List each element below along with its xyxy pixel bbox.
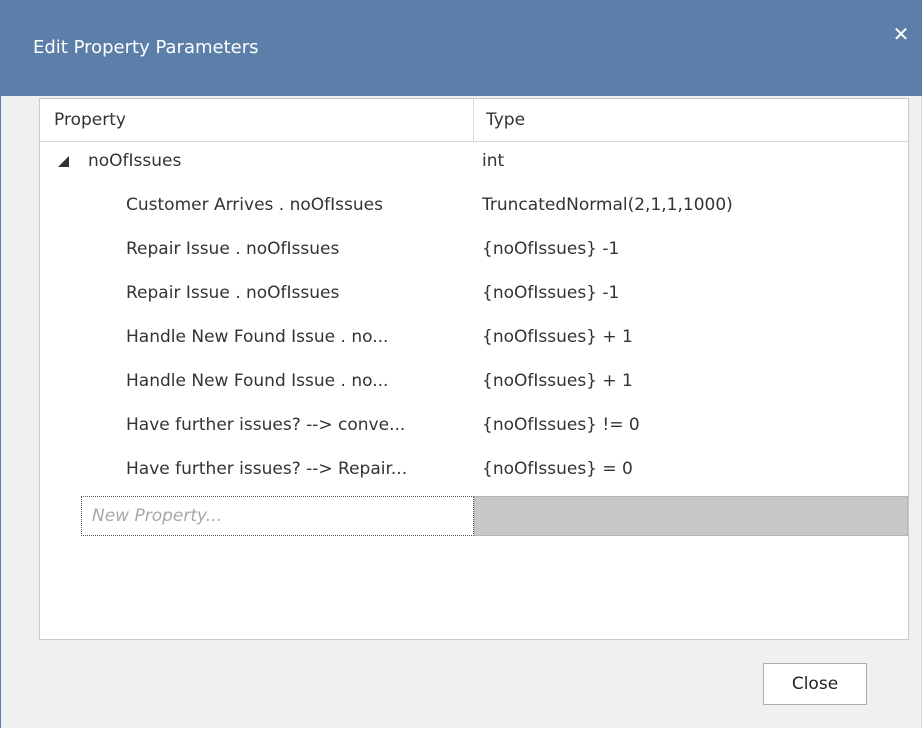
row-property: Have further issues? --> conve... <box>126 415 406 435</box>
column-header-property[interactable]: Property <box>40 99 474 141</box>
property-grid: Property Type noOfIssues int Customer Ar… <box>39 98 909 640</box>
close-button[interactable]: Close <box>763 663 867 705</box>
table-row[interactable]: Repair Issue . noOfIssues {noOfIssues} -… <box>40 276 908 310</box>
table-row[interactable]: Repair Issue . noOfIssues {noOfIssues} -… <box>40 232 908 266</box>
title-bar[interactable]: Edit Property Parameters ✕ <box>1 0 922 96</box>
table-row[interactable]: Customer Arrives . noOfIssues TruncatedN… <box>40 188 908 222</box>
grid-header: Property Type <box>40 99 908 142</box>
table-row[interactable]: Handle New Found Issue . no... {noOfIssu… <box>40 320 908 354</box>
row-type: {noOfIssues} = 0 <box>482 459 633 479</box>
edit-property-parameters-dialog: Edit Property Parameters ✕ Property Type… <box>0 0 922 728</box>
new-property-type-cell[interactable] <box>474 496 908 536</box>
row-property: Handle New Found Issue . no... <box>126 327 389 347</box>
row-type: {noOfIssues} -1 <box>482 283 620 303</box>
row-type: {noOfIssues} != 0 <box>482 415 640 435</box>
row-property: Handle New Found Issue . no... <box>126 371 389 391</box>
new-property-input[interactable] <box>81 496 474 536</box>
row-type: {noOfIssues} + 1 <box>482 371 633 391</box>
row-property: Repair Issue . noOfIssues <box>126 283 340 303</box>
new-property-row[interactable] <box>81 496 908 536</box>
column-header-type[interactable]: Type <box>474 99 908 141</box>
table-row[interactable]: Have further issues? --> Repair... {noOf… <box>40 452 908 486</box>
parent-property-name: noOfIssues <box>88 151 182 171</box>
table-row[interactable]: Have further issues? --> conve... {noOfI… <box>40 408 908 442</box>
row-property: Have further issues? --> Repair... <box>126 459 408 479</box>
dialog-title: Edit Property Parameters <box>33 37 259 58</box>
row-type: TruncatedNormal(2,1,1,1000) <box>482 195 733 215</box>
parent-property-type: int <box>482 151 505 171</box>
close-icon[interactable]: ✕ <box>889 22 913 46</box>
tree-row-parent[interactable]: noOfIssues int <box>40 144 908 178</box>
row-type: {noOfIssues} + 1 <box>482 327 633 347</box>
row-type: {noOfIssues} -1 <box>482 239 620 259</box>
row-property: Repair Issue . noOfIssues <box>126 239 340 259</box>
row-property: Customer Arrives . noOfIssues <box>126 195 383 215</box>
table-row[interactable]: Handle New Found Issue . no... {noOfIssu… <box>40 364 908 398</box>
